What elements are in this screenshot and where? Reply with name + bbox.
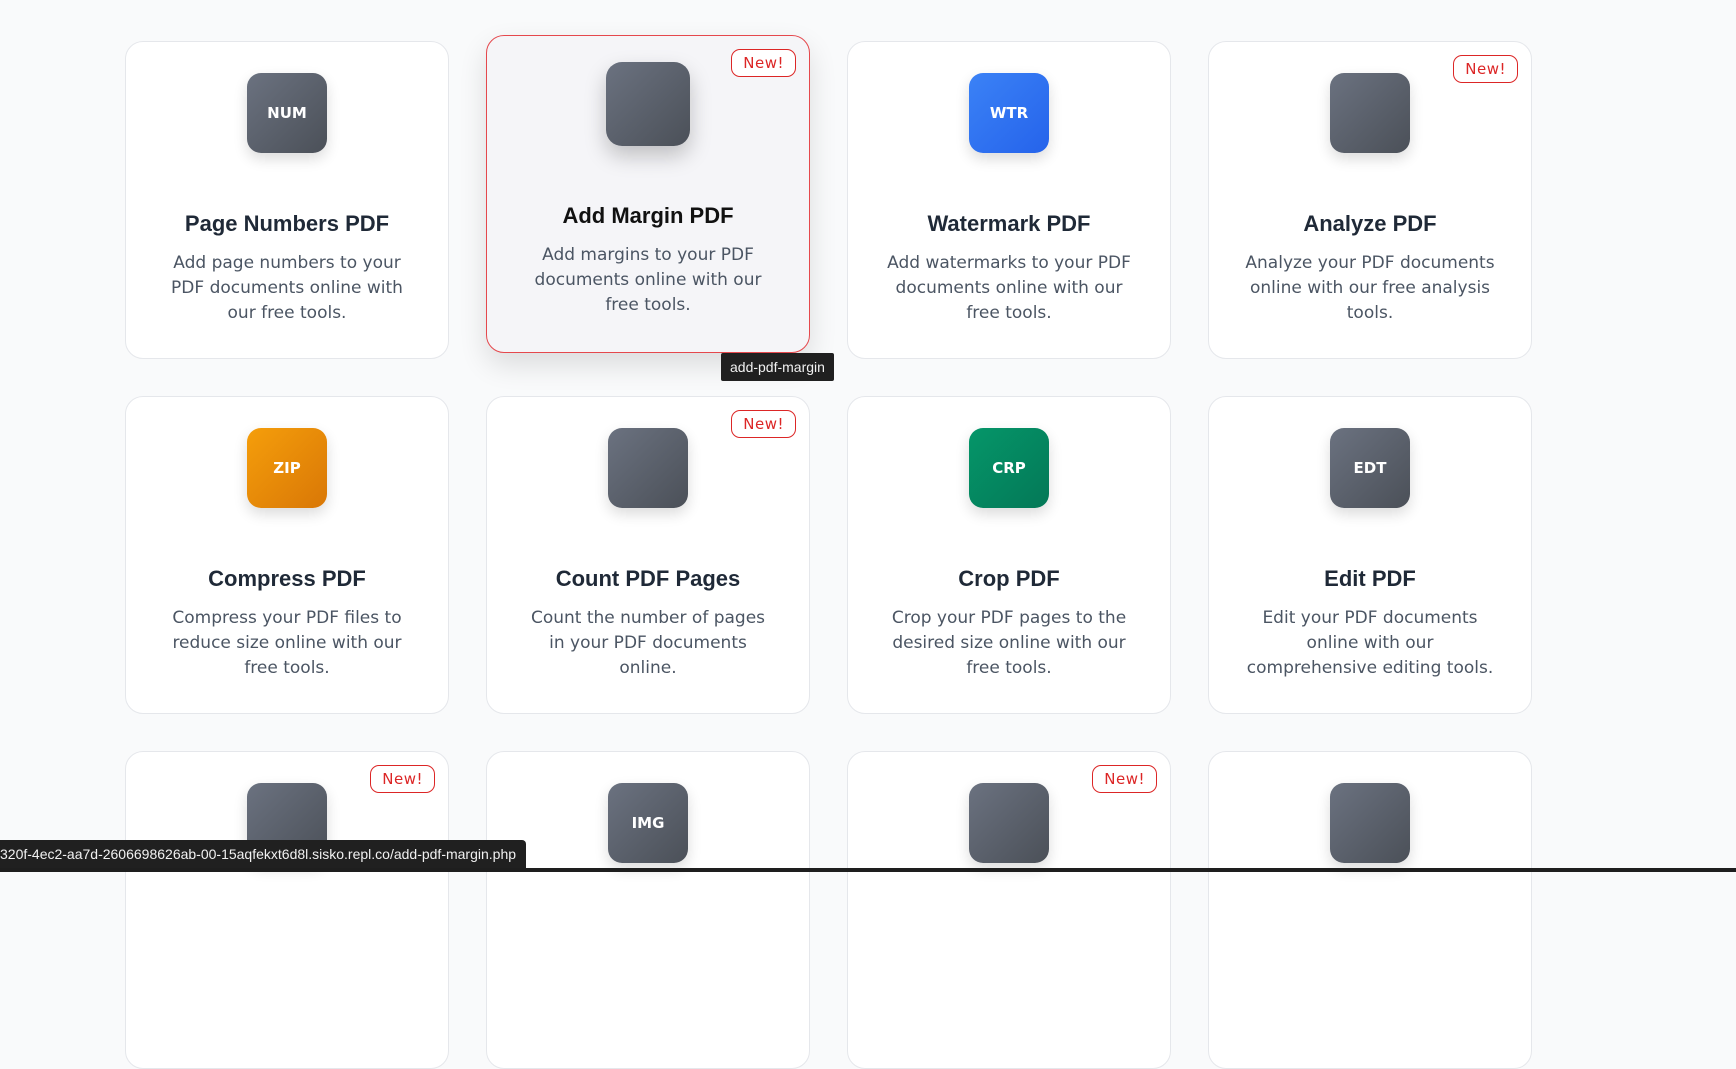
link-tooltip: add-pdf-margin <box>721 353 834 381</box>
tool-card[interactable]: NUM Page Numbers PDF Add page numbers to y… <box>125 41 449 359</box>
tool-card[interactable]: ZIP Compress PDF Compress your PDF files t… <box>125 396 449 714</box>
new-badge: New! <box>731 410 796 438</box>
tool-description: Add watermarks to your PDF documents onl… <box>887 253 1131 323</box>
tool-card[interactable]: New! <box>847 751 1171 1069</box>
tool-title: Count PDF Pages <box>555 566 741 591</box>
tool-icon <box>1330 783 1410 863</box>
new-badge: New! <box>370 765 435 793</box>
tool-description: Add page numbers to your PDF documents o… <box>171 253 403 323</box>
tool-card[interactable]: New! Count PDF Pages Count the number of p… <box>486 396 810 714</box>
new-badge: New! <box>731 49 796 77</box>
tool-icon <box>608 428 688 508</box>
tools-grid: NUM Page Numbers PDF Add page numbers to y… <box>125 35 1532 1069</box>
tool-description: Edit your PDF documents online with our … <box>1246 608 1494 678</box>
tool-icon: NUM <box>247 73 327 153</box>
new-badge: New! <box>1453 55 1518 83</box>
tool-description: Compress your PDF files to reduce size o… <box>172 608 402 678</box>
tool-card[interactable]: New! Analyze PDF Analyze your PDF document… <box>1208 41 1532 359</box>
tool-description: Count the number of pages in your PDF do… <box>530 608 766 678</box>
tool-description: Crop your PDF pages to the desired size … <box>891 608 1127 678</box>
tool-card[interactable]: WTR Watermark PDF Add watermarks to your P… <box>847 41 1171 359</box>
tool-title: Edit PDF <box>1324 566 1416 591</box>
tool-title: Analyze PDF <box>1303 211 1437 236</box>
tool-icon <box>606 62 690 146</box>
tool-card[interactable] <box>1208 751 1532 1069</box>
tool-title: Compress PDF <box>208 566 366 591</box>
tool-title: Crop PDF <box>958 566 1060 591</box>
status-bar-url: 320f-4ec2-aa7d-2606698626ab-00-15aqfekxt… <box>0 840 527 868</box>
tool-description: Analyze your PDF documents online with o… <box>1245 253 1495 323</box>
tool-icon: ZIP <box>247 428 327 508</box>
tool-icon: CRP <box>969 428 1049 508</box>
tool-title: Add Margin PDF <box>562 203 734 228</box>
tool-icon <box>1330 73 1410 153</box>
tool-card[interactable]: CRP Crop PDF Crop your PDF pages to the de… <box>847 396 1171 714</box>
tool-icon: WTR <box>969 73 1049 153</box>
tool-title: Page Numbers PDF <box>184 211 390 236</box>
tool-description: Add margins to your PDF documents online… <box>534 245 762 315</box>
tool-card[interactable]: New! Add Margin PDF Add margins to your PD… <box>486 35 810 353</box>
new-badge: New! <box>1092 765 1157 793</box>
tool-card[interactable]: IMG <box>486 751 810 1069</box>
tool-icon <box>969 783 1049 863</box>
tool-title: Watermark PDF <box>927 211 1091 236</box>
tool-card[interactable]: New! <box>125 751 449 1069</box>
tool-icon: IMG <box>608 783 688 863</box>
tool-icon: EDT <box>1330 428 1410 508</box>
tool-card[interactable]: EDT Edit PDF Edit your PDF documents onlin… <box>1208 396 1532 714</box>
window-bottom-edge <box>0 868 1736 872</box>
